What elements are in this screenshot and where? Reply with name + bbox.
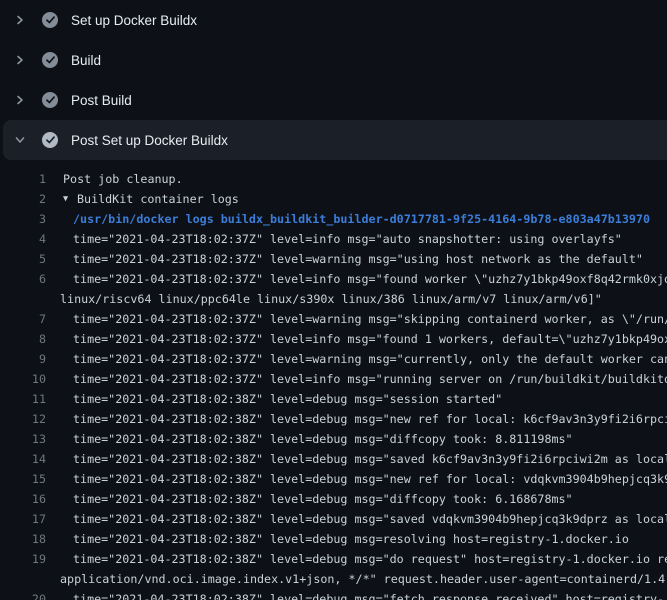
log-line-number[interactable]: 6 <box>0 272 46 286</box>
log-line-text: time="2021-04-23T18:02:37Z" level=info m… <box>73 272 667 286</box>
log-line-number[interactable]: 13 <box>0 432 46 446</box>
log-line-number[interactable]: 9 <box>0 352 46 366</box>
log-line-number[interactable]: 15 <box>0 472 46 486</box>
log-line: 14 time="2021-04-23T18:02:38Z" level=deb… <box>0 449 667 469</box>
log-line-number[interactable]: 5 <box>0 252 46 266</box>
log-line: 19 time="2021-04-23T18:02:38Z" level=deb… <box>0 549 667 569</box>
workflow-log-viewer: Set up Docker Buildx Build Post Build Po… <box>0 0 667 600</box>
log-line-text: time="2021-04-23T18:02:38Z" level=debug … <box>73 512 667 526</box>
log-line: 6 time="2021-04-23T18:02:37Z" level=info… <box>0 269 667 289</box>
check-circle-icon <box>42 12 58 28</box>
log-line-number[interactable]: 1 <box>0 172 46 186</box>
log-line-text: /usr/bin/docker logs buildx_buildkit_bui… <box>73 212 650 226</box>
group-collapse-icon[interactable]: ▼ <box>63 194 77 204</box>
log-line-text: time="2021-04-23T18:02:37Z" level=info m… <box>73 332 667 346</box>
check-circle-icon <box>42 92 58 108</box>
step-label: Post Set up Docker Buildx <box>71 133 228 148</box>
log-line-number[interactable]: 10 <box>0 372 46 386</box>
log-line: 15 time="2021-04-23T18:02:38Z" level=deb… <box>0 469 667 489</box>
log-line: 5 time="2021-04-23T18:02:37Z" level=warn… <box>0 249 667 269</box>
step-row-build[interactable]: Build <box>0 40 667 80</box>
log-line-text: Post job cleanup. <box>63 172 183 186</box>
log-line-text: time="2021-04-23T18:02:38Z" level=debug … <box>73 432 573 446</box>
log-line-number[interactable]: 12 <box>0 412 46 426</box>
log-line-text: time="2021-04-23T18:02:38Z" level=debug … <box>73 492 573 506</box>
log-line-number[interactable]: 11 <box>0 392 46 406</box>
step-label: Set up Docker Buildx <box>71 13 197 28</box>
step-row-post-build[interactable]: Post Build <box>0 80 667 120</box>
log-line-text: time="2021-04-23T18:02:37Z" level=warnin… <box>73 312 667 326</box>
log-output: 1 Post job cleanup. 2 ▼BuildKit containe… <box>0 160 667 600</box>
step-row-set-up-docker-buildx[interactable]: Set up Docker Buildx <box>0 0 667 40</box>
log-line: 12 time="2021-04-23T18:02:38Z" level=deb… <box>0 409 667 429</box>
log-line: 17 time="2021-04-23T18:02:38Z" level=deb… <box>0 509 667 529</box>
log-line: 1 Post job cleanup. <box>0 169 667 189</box>
group-label: BuildKit container logs <box>77 192 239 206</box>
log-line: 13 time="2021-04-23T18:02:38Z" level=deb… <box>0 429 667 449</box>
log-line-number[interactable]: 8 <box>0 332 46 346</box>
log-line-text: time="2021-04-23T18:02:37Z" level=info m… <box>73 232 622 246</box>
log-line-text: time="2021-04-23T18:02:37Z" level=info m… <box>73 372 667 386</box>
step-label: Build <box>71 53 101 68</box>
chevron-right-icon <box>12 52 28 68</box>
log-line: 10 time="2021-04-23T18:02:37Z" level=inf… <box>0 369 667 389</box>
log-line: 7 time="2021-04-23T18:02:37Z" level=warn… <box>0 309 667 329</box>
log-line-text: time="2021-04-23T18:02:38Z" level=debug … <box>73 552 667 566</box>
check-circle-icon <box>42 132 58 148</box>
log-line-text: time="2021-04-23T18:02:38Z" level=debug … <box>73 412 667 426</box>
log-line-number[interactable]: 20 <box>0 592 46 600</box>
log-line: 16 time="2021-04-23T18:02:38Z" level=deb… <box>0 489 667 509</box>
log-line: 3 /usr/bin/docker logs buildx_buildkit_b… <box>0 209 667 229</box>
log-line: 2 ▼BuildKit container logs <box>0 189 667 209</box>
log-line-text: linux/riscv64 linux/ppc64le linux/s390x … <box>60 292 602 306</box>
log-line-number[interactable]: 14 <box>0 452 46 466</box>
log-line-number[interactable]: 2 <box>0 192 46 206</box>
log-line-text: time="2021-04-23T18:02:38Z" level=debug … <box>73 392 502 406</box>
log-line-text: time="2021-04-23T18:02:38Z" level=debug … <box>73 592 664 600</box>
log-line-text: time="2021-04-23T18:02:37Z" level=warnin… <box>73 352 667 366</box>
step-row-post-set-up-docker-buildx[interactable]: Post Set up Docker Buildx <box>3 120 667 160</box>
log-line-number[interactable]: 19 <box>0 552 46 566</box>
log-line-text: time="2021-04-23T18:02:38Z" level=debug … <box>73 452 667 466</box>
log-line-number[interactable]: 4 <box>0 232 46 246</box>
log-line-number[interactable]: 3 <box>0 212 46 226</box>
log-line: application/vnd.oci.image.index.v1+json,… <box>0 569 667 589</box>
log-line: 11 time="2021-04-23T18:02:38Z" level=deb… <box>0 389 667 409</box>
log-line-text: application/vnd.oci.image.index.v1+json,… <box>60 572 665 586</box>
log-line-text: time="2021-04-23T18:02:38Z" level=debug … <box>73 472 667 486</box>
chevron-right-icon <box>12 92 28 108</box>
log-line-text: time="2021-04-23T18:02:38Z" level=debug … <box>73 532 629 546</box>
log-line-number[interactable]: 18 <box>0 532 46 546</box>
log-group-header[interactable]: ▼BuildKit container logs <box>63 192 239 206</box>
log-line: linux/riscv64 linux/ppc64le linux/s390x … <box>0 289 667 309</box>
check-circle-icon <box>42 52 58 68</box>
log-line: 20 time="2021-04-23T18:02:38Z" level=deb… <box>0 589 667 600</box>
log-line: 4 time="2021-04-23T18:02:37Z" level=info… <box>0 229 667 249</box>
log-line-text: time="2021-04-23T18:02:37Z" level=warnin… <box>73 252 643 266</box>
chevron-right-icon <box>12 12 28 28</box>
log-line: 9 time="2021-04-23T18:02:37Z" level=warn… <box>0 349 667 369</box>
log-line: 8 time="2021-04-23T18:02:37Z" level=info… <box>0 329 667 349</box>
chevron-down-icon <box>12 132 28 148</box>
log-line: 18 time="2021-04-23T18:02:38Z" level=deb… <box>0 529 667 549</box>
log-line-number[interactable]: 7 <box>0 312 46 326</box>
log-line-number[interactable]: 16 <box>0 492 46 506</box>
step-label: Post Build <box>71 93 132 108</box>
log-line-number[interactable]: 17 <box>0 512 46 526</box>
